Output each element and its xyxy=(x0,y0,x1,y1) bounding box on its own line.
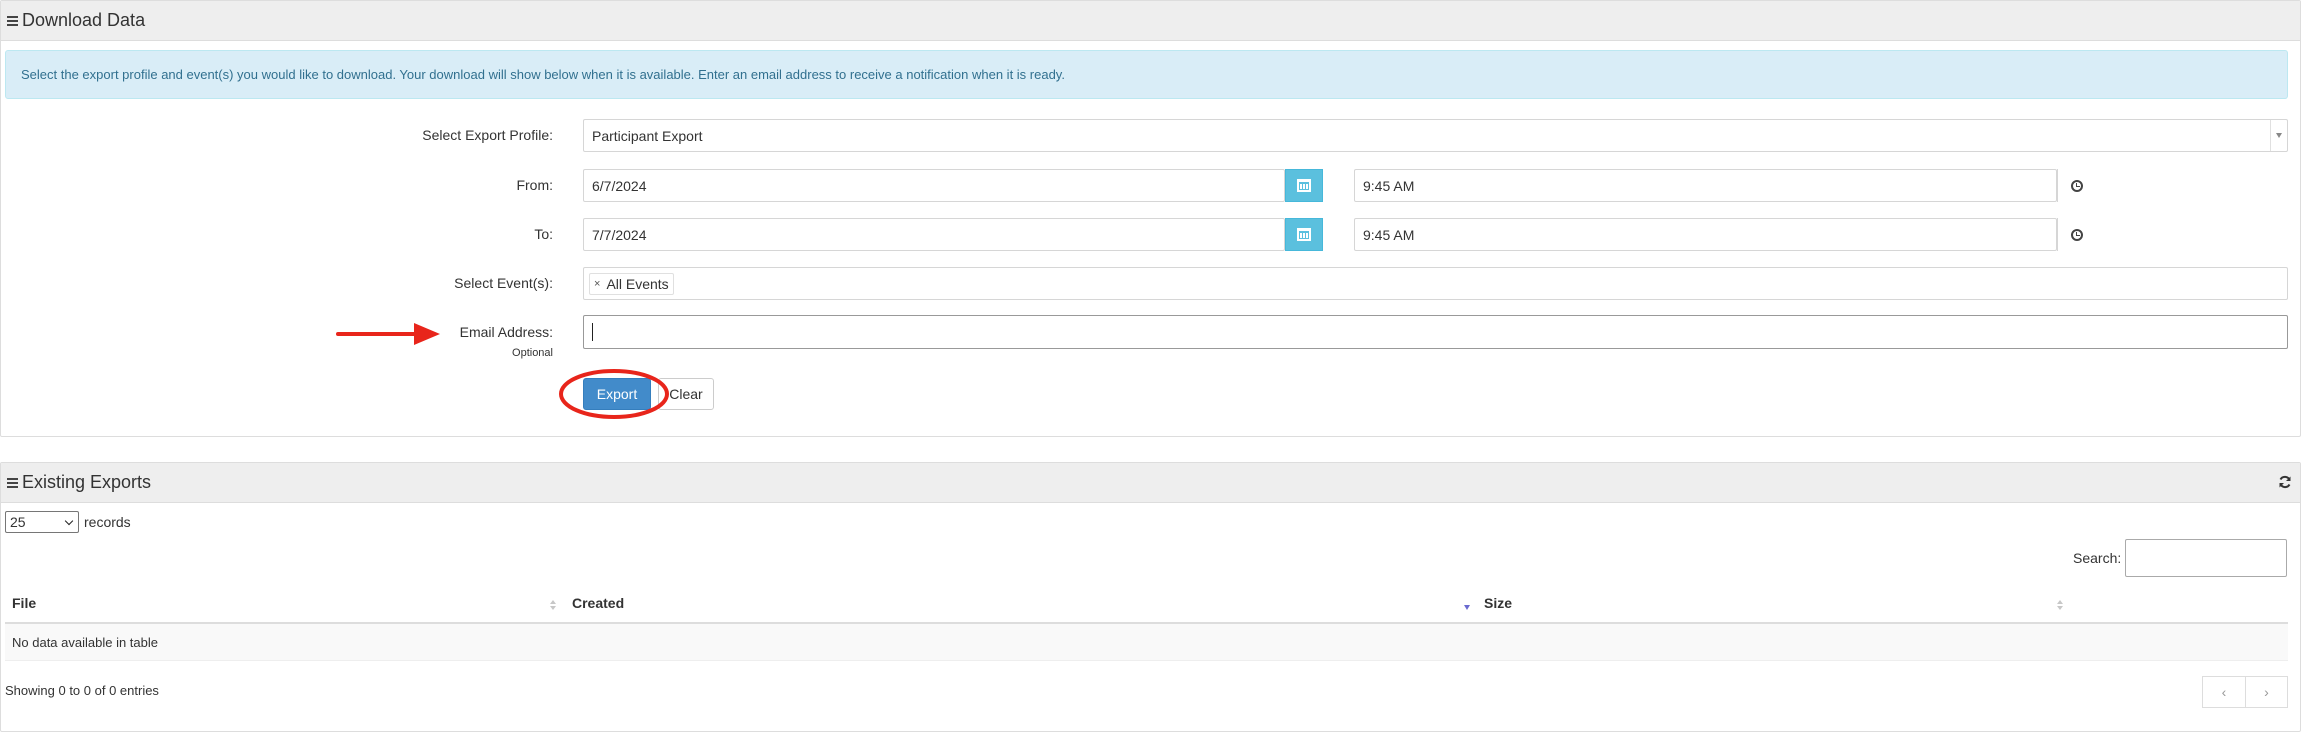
to-label: To: xyxy=(534,226,553,242)
table-row: No data available in table xyxy=(5,624,2288,661)
from-time-value: 9:45 AM xyxy=(1363,177,1415,194)
sort-icon xyxy=(2057,600,2063,610)
event-chip: × All Events xyxy=(589,272,674,295)
export-profile-value: Participant Export xyxy=(592,127,703,144)
events-multiselect[interactable]: × All Events xyxy=(583,267,2288,300)
page-length-select[interactable]: 25 xyxy=(5,511,79,533)
select-divider xyxy=(2270,120,2271,151)
next-page-button[interactable]: › xyxy=(2245,676,2288,708)
from-label: From: xyxy=(516,177,553,193)
to-date-value: 7/7/2024 xyxy=(592,226,647,243)
info-message: Select the export profile and event(s) y… xyxy=(21,67,1065,82)
info-alert: Select the export profile and event(s) y… xyxy=(5,50,2288,99)
chevron-down-icon xyxy=(64,516,74,526)
chevron-down-icon xyxy=(2276,133,2282,138)
column-header-created[interactable]: Created xyxy=(572,595,624,611)
empty-table-message: No data available in table xyxy=(12,634,158,650)
refresh-icon[interactable] xyxy=(2278,475,2292,489)
chevron-left-icon: ‹ xyxy=(2221,684,2227,700)
to-time-input[interactable]: 9:45 AM xyxy=(1354,218,2057,251)
events-label: Select Event(s): xyxy=(454,275,553,291)
from-date-value: 6/7/2024 xyxy=(592,177,647,194)
download-panel-title: Download Data xyxy=(22,10,146,30)
event-chip-label: All Events xyxy=(606,275,669,292)
menu-icon xyxy=(7,476,18,490)
previous-page-button[interactable]: ‹ xyxy=(2202,676,2246,708)
chevron-right-icon: › xyxy=(2264,684,2269,700)
page-length-value: 25 xyxy=(10,514,26,530)
search-input[interactable] xyxy=(2125,539,2287,577)
download-panel-heading: Download Data xyxy=(1,1,2300,41)
clock-icon xyxy=(2070,228,2083,241)
sort-icon xyxy=(550,600,556,610)
calendar-icon xyxy=(1297,179,1311,192)
existing-exports-panel: Existing Exports xyxy=(0,462,2301,732)
exports-panel-title: Existing Exports xyxy=(22,472,152,492)
menu-icon xyxy=(7,14,18,28)
from-time-input[interactable]: 9:45 AM xyxy=(1354,169,2057,202)
to-date-input[interactable]: 7/7/2024 xyxy=(583,218,1285,251)
text-cursor xyxy=(592,323,593,341)
to-time-value: 9:45 AM xyxy=(1363,226,1415,243)
calendar-icon xyxy=(1297,228,1311,241)
search-label: Search: xyxy=(2073,550,2122,566)
column-header-size[interactable]: Size xyxy=(1484,595,1512,611)
arrow-annotation xyxy=(336,323,440,345)
circle-annotation xyxy=(559,369,669,419)
to-calendar-button[interactable] xyxy=(1285,218,1323,251)
remove-chip-icon[interactable]: × xyxy=(594,278,600,290)
from-calendar-button[interactable] xyxy=(1285,169,1323,202)
column-header-file[interactable]: File xyxy=(12,595,36,611)
clock-icon xyxy=(2070,179,2083,192)
export-profile-label: Select Export Profile: xyxy=(422,127,553,143)
export-profile-select[interactable]: Participant Export xyxy=(583,119,2288,152)
table-info: Showing 0 to 0 of 0 entries xyxy=(5,683,159,698)
exports-panel-heading: Existing Exports xyxy=(1,463,2300,503)
email-input[interactable] xyxy=(583,315,2288,349)
from-clock-button[interactable] xyxy=(2057,169,2095,202)
records-label: records xyxy=(84,514,131,530)
from-date-input[interactable]: 6/7/2024 xyxy=(583,169,1285,202)
sort-desc-icon xyxy=(1464,605,1470,610)
to-clock-button[interactable] xyxy=(2057,218,2095,251)
